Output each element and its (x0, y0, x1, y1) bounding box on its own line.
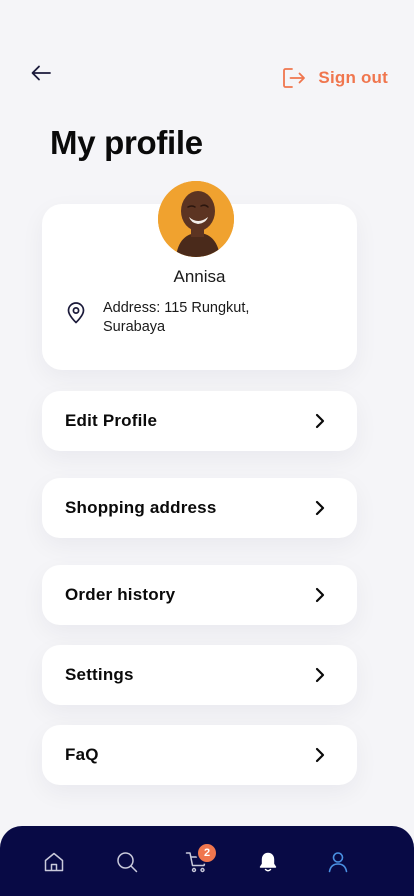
avatar-photo (158, 181, 234, 257)
menu-item-order-history[interactable]: Order history (42, 565, 357, 625)
menu-item-edit-profile[interactable]: Edit Profile (42, 391, 357, 451)
cart-count-badge: 2 (196, 842, 218, 864)
user-icon (328, 852, 348, 873)
chevron-right-icon (313, 587, 327, 603)
search-icon (117, 852, 138, 873)
profile-address: Address: 115 Rungkut, Surabaya (103, 300, 250, 335)
page-title: My profile (50, 124, 203, 161)
chevron-right-icon (313, 667, 327, 683)
sign-out-button[interactable]: Sign out (282, 64, 388, 92)
nav-notifications-button[interactable] (254, 848, 282, 876)
profile-screen: Sign out My profile Annisa Address: 115 … (0, 0, 414, 896)
avatar[interactable] (158, 181, 234, 257)
menu-item-label: Settings (65, 665, 134, 684)
chevron-right-icon (313, 747, 327, 763)
menu-item-label: Shopping address (65, 498, 217, 517)
menu-item-settings[interactable]: Settings (42, 645, 357, 705)
menu-item-label: FaQ (65, 745, 99, 764)
nav-profile-button[interactable] (324, 848, 352, 876)
sign-out-label: Sign out (318, 68, 388, 87)
nav-home-button[interactable] (40, 848, 68, 876)
map-pin-icon (67, 302, 85, 324)
menu-item-label: Order history (65, 585, 176, 604)
chevron-right-icon (313, 500, 327, 516)
bell-icon (259, 852, 277, 872)
menu-item-shopping-address[interactable]: Shopping address (42, 478, 357, 538)
chevron-right-icon (313, 413, 327, 429)
menu-item-faq[interactable]: FaQ (42, 725, 357, 785)
home-icon (44, 852, 64, 872)
back-button[interactable] (28, 60, 54, 86)
nav-search-button[interactable] (113, 848, 141, 876)
arrow-left-icon (31, 65, 51, 81)
profile-name: Annisa (173, 267, 226, 286)
logout-icon (283, 68, 306, 88)
menu-item-label: Edit Profile (65, 411, 158, 430)
